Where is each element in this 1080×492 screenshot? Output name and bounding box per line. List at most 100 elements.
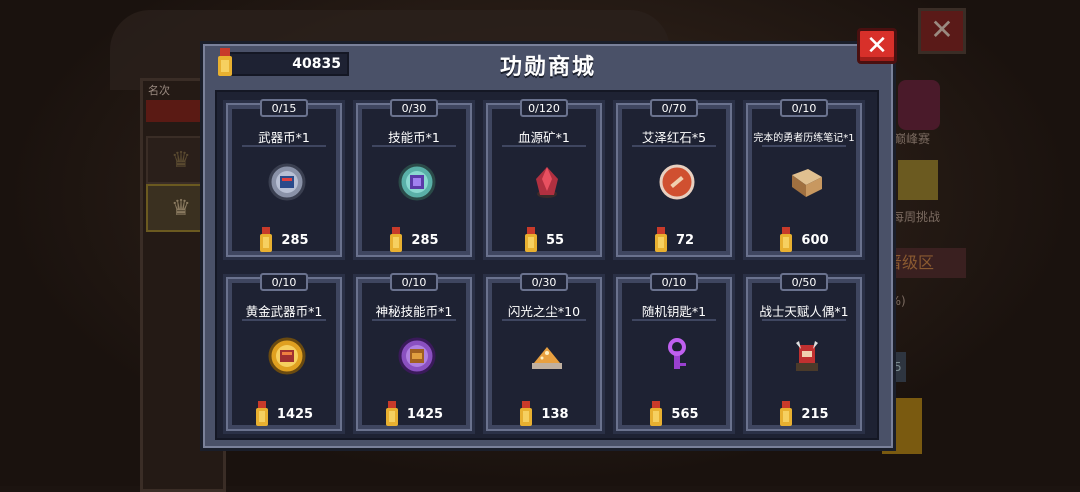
- medal-icon: [520, 401, 533, 426]
- medal-icon: [780, 401, 793, 426]
- shop-title: 功勋商城: [499, 55, 596, 80]
- peak-match-icon: [898, 80, 940, 130]
- weekly-challenge-label: 每周挑战: [892, 210, 941, 224]
- peak-match-label: 巅峰赛: [894, 132, 931, 146]
- item-price: 1425: [232, 401, 336, 427]
- item-stock: 0/10: [650, 273, 698, 291]
- item-price: 138: [492, 401, 596, 427]
- item-name: 闪光之尘*10: [507, 304, 581, 319]
- merit-shop-dialog: 40835 功勋商城 ✕ 武器币*1 285 0/15 技能币*1 285 0/…: [200, 28, 897, 451]
- red-stone-icon: [658, 163, 696, 201]
- item-price-value: 215: [801, 406, 829, 422]
- item-name: 神秘技能币*1: [375, 304, 453, 319]
- shop-item-card[interactable]: 艾泽红石*5 72 0/70: [613, 99, 735, 260]
- item-name: 血源矿*1: [518, 130, 570, 145]
- item-price: 72: [622, 227, 726, 253]
- medal-icon: [255, 401, 268, 426]
- item-stock: 0/50: [780, 273, 828, 291]
- random-key-icon: [658, 337, 696, 375]
- item-price-value: 55: [545, 232, 565, 248]
- item-stock: 0/30: [520, 273, 568, 291]
- shop-item-card[interactable]: 黄金武器币*1 1425 0/10: [223, 273, 345, 434]
- medal-icon: [390, 227, 403, 252]
- item-price-value: 72: [675, 232, 695, 248]
- item-price-value: 285: [281, 232, 309, 248]
- background-rank-label: 名次: [148, 84, 170, 97]
- item-divider: [762, 319, 846, 321]
- item-price: 215: [752, 401, 856, 427]
- item-name: 黄金武器币*1: [245, 304, 323, 319]
- item-divider: [632, 145, 716, 147]
- item-divider: [502, 145, 586, 147]
- close-button[interactable]: ✕: [857, 28, 897, 64]
- shop-item-card[interactable]: 完本的勇者历练笔记*1 600 0/10: [743, 99, 865, 260]
- shop-item-body: 艾泽红石*5 72: [622, 109, 726, 253]
- item-price-value: 285: [411, 232, 439, 248]
- item-price: 285: [362, 227, 466, 253]
- blood-ore-icon: [528, 163, 566, 201]
- shop-item-body: 武器币*1 285: [232, 109, 336, 253]
- item-divider: [372, 319, 456, 321]
- shop-item-body: 血源矿*1 55: [492, 109, 596, 253]
- item-name: 随机钥匙*1: [641, 304, 707, 319]
- item-price: 55: [492, 227, 596, 253]
- item-price-value: 1425: [276, 406, 314, 422]
- item-stock: 0/10: [780, 99, 828, 117]
- shop-item-body: 闪光之尘*10 138: [492, 283, 596, 427]
- item-price: 600: [752, 227, 856, 253]
- crown-icon: ♛: [171, 147, 191, 173]
- mystic-skill-coin-icon: [398, 337, 436, 375]
- item-divider: [762, 145, 846, 147]
- shop-item-card[interactable]: 随机钥匙*1 565 0/10: [613, 273, 735, 434]
- item-price-value: 138: [541, 406, 569, 422]
- weapon-coin-icon: [268, 163, 306, 201]
- medal-icon: [650, 401, 663, 426]
- item-price-value: 565: [671, 406, 699, 422]
- item-divider: [242, 145, 326, 147]
- shop-item-grid: 武器币*1 285 0/15 技能币*1 285 0/30 血源矿*1 55 0…: [215, 90, 879, 440]
- sparkle-dust-icon: [528, 337, 566, 375]
- crown-icon: ♛: [171, 195, 191, 221]
- item-name: 武器币*1: [258, 130, 310, 145]
- gold-weapon-coin-icon: [268, 337, 306, 375]
- medal-icon: [654, 227, 667, 252]
- item-divider: [502, 319, 586, 321]
- item-price-value: 600: [801, 232, 829, 248]
- item-stock: 0/10: [390, 273, 438, 291]
- item-divider: [242, 319, 326, 321]
- item-name: 完本的勇者历练笔记*1: [753, 133, 855, 144]
- shop-item-card[interactable]: 武器币*1 285 0/15: [223, 99, 345, 260]
- medal-icon: [524, 227, 537, 252]
- shop-item-card[interactable]: 血源矿*1 55 0/120: [483, 99, 605, 260]
- medal-icon: [385, 401, 398, 426]
- shop-item-body: 战士天赋人偶*1 215: [752, 283, 856, 427]
- shop-item-body: 黄金武器币*1 1425: [232, 283, 336, 427]
- shop-item-card[interactable]: 神秘技能币*1 1425 0/10: [353, 273, 475, 434]
- item-price: 565: [622, 401, 726, 427]
- item-name: 战士天赋人偶*1: [759, 304, 849, 319]
- medal-icon: [780, 227, 793, 252]
- shop-item-card[interactable]: 战士天赋人偶*1 215 0/50: [743, 273, 865, 434]
- shop-item-card[interactable]: 闪光之尘*10 138 0/30: [483, 273, 605, 434]
- item-name: 技能币*1: [388, 130, 440, 145]
- shop-item-card[interactable]: 技能币*1 285 0/30: [353, 99, 475, 260]
- item-divider: [632, 319, 716, 321]
- item-price: 1425: [362, 401, 466, 427]
- item-price-value: 1425: [406, 406, 444, 422]
- item-stock: 0/15: [260, 99, 308, 117]
- weekly-challenge-icon: [898, 160, 938, 200]
- skill-coin-icon: [398, 163, 436, 201]
- medal-icon: [260, 227, 273, 252]
- background-close-button: ✕: [918, 8, 966, 54]
- notebook-icon: [788, 163, 826, 201]
- item-stock: 0/30: [390, 99, 438, 117]
- warrior-doll-icon: [788, 337, 826, 375]
- item-stock: 0/10: [260, 273, 308, 291]
- shop-item-body: 随机钥匙*1 565: [622, 283, 726, 427]
- item-stock: 0/120: [520, 99, 568, 117]
- shop-item-body: 技能币*1 285: [362, 109, 466, 253]
- item-price: 285: [232, 227, 336, 253]
- item-stock: 0/70: [650, 99, 698, 117]
- shop-item-body: 神秘技能币*1 1425: [362, 283, 466, 427]
- item-name: 艾泽红石*5: [641, 130, 707, 145]
